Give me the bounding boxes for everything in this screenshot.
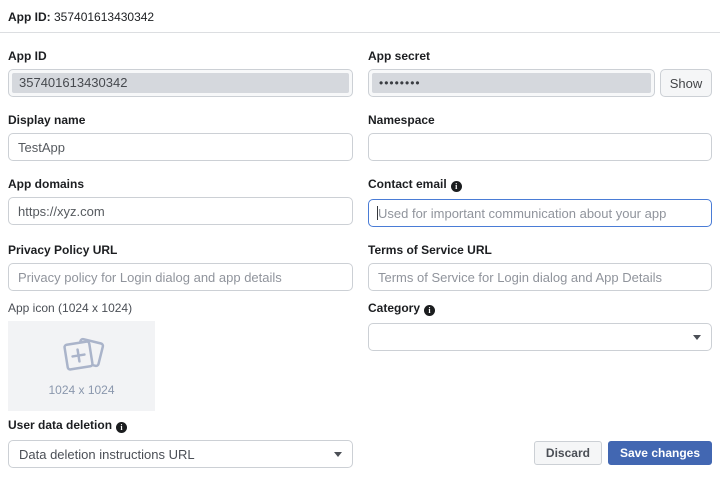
contact-email-label: Contact email	[368, 177, 447, 191]
terms-of-service-field-group: Terms of Service URL	[368, 227, 712, 291]
save-changes-button[interactable]: Save changes	[608, 441, 712, 465]
app-id-label: App ID	[8, 50, 353, 62]
app-domains-label: App domains	[8, 178, 353, 190]
info-icon[interactable]	[116, 422, 127, 433]
user-data-deletion-field-group: User data deletion Data deletion instruc…	[8, 411, 353, 468]
contact-email-label-row: Contact email	[368, 178, 712, 192]
app-icon-field-group: App icon (1024 x 1024) 1024 x 1024	[8, 291, 353, 411]
namespace-input[interactable]	[368, 133, 712, 161]
user-data-deletion-select[interactable]: Data deletion instructions URL	[8, 440, 353, 468]
add-photo-icon	[54, 336, 110, 380]
privacy-policy-label: Privacy Policy URL	[8, 244, 353, 256]
user-data-deletion-label: User data deletion	[8, 418, 112, 432]
info-icon[interactable]	[451, 181, 462, 192]
form-actions: Discard Save changes	[368, 411, 712, 468]
contact-email-field-group: Contact email	[368, 161, 712, 227]
category-label: Category	[368, 301, 420, 315]
namespace-label: Namespace	[368, 114, 712, 126]
category-label-row: Category	[368, 302, 712, 316]
page-header: App ID: 357401613430342	[0, 0, 720, 33]
app-icon-size-text: 1024 x 1024	[48, 383, 114, 397]
app-secret-masked-value: ••••••••	[372, 73, 651, 93]
app-id-value: 357401613430342	[12, 73, 349, 93]
app-settings-basic-page: App ID: 357401613430342 App ID 357401613…	[0, 0, 720, 480]
app-secret-input[interactable]: ••••••••	[368, 69, 655, 97]
terms-of-service-label: Terms of Service URL	[368, 244, 712, 256]
display-name-label: Display name	[8, 114, 353, 126]
app-domains-field-group: App domains	[8, 161, 353, 225]
chevron-down-icon	[334, 452, 342, 457]
terms-of-service-input[interactable]	[368, 263, 712, 291]
category-select[interactable]	[368, 323, 712, 351]
settings-form: App ID 357401613430342 App secret ••••••…	[0, 33, 720, 468]
privacy-policy-field-group: Privacy Policy URL	[8, 227, 353, 291]
info-icon[interactable]	[424, 305, 435, 316]
app-icon-upload[interactable]: 1024 x 1024	[8, 321, 155, 411]
privacy-policy-input[interactable]	[8, 263, 353, 291]
discard-button[interactable]: Discard	[534, 441, 602, 465]
app-id-field-group: App ID 357401613430342	[8, 33, 353, 97]
category-field-group: Category	[368, 291, 712, 351]
text-cursor	[377, 206, 378, 220]
app-secret-label: App secret	[368, 50, 712, 62]
app-id-input[interactable]: 357401613430342	[8, 69, 353, 97]
app-id-header-label: App ID:	[8, 10, 51, 24]
display-name-field-group: Display name	[8, 97, 353, 161]
user-data-deletion-label-row: User data deletion	[8, 419, 353, 433]
app-id-header-value: 357401613430342	[54, 10, 154, 24]
app-secret-field-group: App secret •••••••• Show	[368, 33, 712, 97]
user-data-deletion-selected-value: Data deletion instructions URL	[19, 447, 195, 462]
show-secret-button[interactable]: Show	[660, 69, 712, 97]
contact-email-input[interactable]	[368, 199, 712, 227]
app-domains-input[interactable]	[8, 197, 353, 225]
app-icon-label: App icon (1024 x 1024)	[8, 302, 353, 314]
display-name-input[interactable]	[8, 133, 353, 161]
chevron-down-icon	[693, 335, 701, 340]
namespace-field-group: Namespace	[368, 97, 712, 161]
